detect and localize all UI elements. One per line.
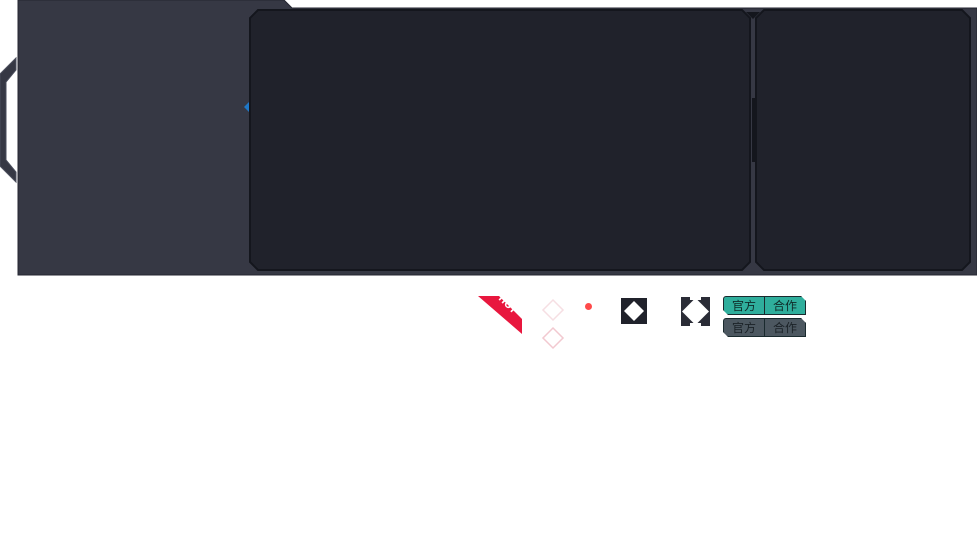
official-partner-tag-inactive: 官方 合作 — [723, 318, 806, 337]
panel-frame-sprite — [0, 0, 977, 276]
diamond-in-square-icon — [621, 298, 647, 324]
panel-separator — [752, 98, 755, 162]
red-dot-icon — [585, 303, 592, 310]
tag-partner-label: 合作 — [765, 296, 806, 315]
tag-official-label: 官方 — [723, 318, 765, 337]
main-content-panel — [249, 9, 751, 271]
diamond-outline-icon — [541, 298, 565, 322]
official-partner-tag-active: 官方 合作 — [723, 296, 806, 315]
side-content-panel — [755, 9, 971, 271]
hexagon-bracket-icon — [0, 56, 17, 184]
diamond-corner-frame-icon — [681, 297, 710, 326]
tag-official-label: 官方 — [723, 296, 765, 315]
tag-partner-label: 合作 — [765, 318, 806, 337]
diamond-outline-icon — [541, 326, 565, 350]
